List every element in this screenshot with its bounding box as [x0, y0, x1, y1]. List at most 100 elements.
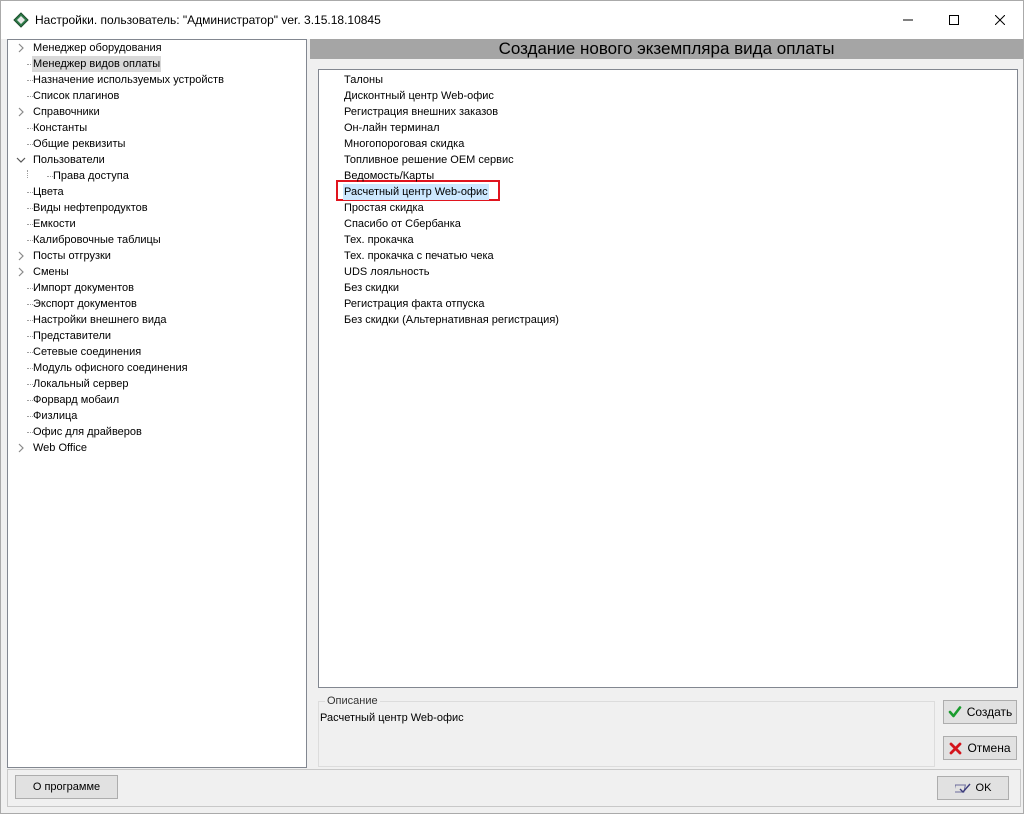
cancel-button[interactable]: Отмена	[943, 736, 1017, 760]
tree-item-label: Емкости	[33, 218, 76, 230]
minimize-icon	[903, 19, 913, 21]
description-text: Расчетный центр Web-офис	[320, 712, 464, 724]
payment-type-item[interactable]: Тех. прокачка	[343, 232, 415, 248]
tree-item-label: Экспорт документов	[33, 298, 137, 310]
tree-item[interactable]: Сетевые соединения	[8, 344, 306, 360]
about-button[interactable]: О программе	[15, 775, 118, 799]
payment-type-item[interactable]: UDS лояльность	[343, 264, 431, 280]
tree-item[interactable]: Общие реквизиты	[8, 136, 306, 152]
tree-item-label: Права доступа	[53, 170, 129, 182]
payment-type-item[interactable]: Регистрация факта отпуска	[343, 296, 485, 312]
tree-item[interactable]: Константы	[8, 120, 306, 136]
payment-type-item[interactable]: Тех. прокачка с печатью чека	[343, 248, 495, 264]
payment-type-panel: Создание нового экземпляра вида оплаты Т…	[310, 39, 1023, 768]
payment-type-item[interactable]: Регистрация внешних заказов	[343, 104, 499, 120]
payment-type-list[interactable]: Талоны Дисконтный центр Web-офис Регистрац…	[318, 69, 1018, 688]
tree-item[interactable]: Смены	[8, 264, 306, 280]
title-bar[interactable]: Настройки. пользователь: "Администратор"…	[1, 1, 1023, 39]
green-checkmark-icon	[948, 705, 962, 719]
tree-item[interactable]: Настройки внешнего вида	[8, 312, 306, 328]
payment-type-item[interactable]: Спасибо от Сбербанка	[343, 216, 462, 232]
tree-item-label: Назначение используемых устройств	[33, 74, 224, 86]
tree-item[interactable]: Локальный сервер	[8, 376, 306, 392]
ok-button[interactable]: OK	[937, 776, 1009, 800]
chevron-right-icon[interactable]	[16, 251, 26, 261]
chevron-right-icon[interactable]	[16, 443, 26, 453]
chevron-right-icon[interactable]	[16, 267, 26, 277]
payment-type-item[interactable]: Ведомость/Карты	[343, 168, 435, 184]
tree-item[interactable]: Емкости	[8, 216, 306, 232]
tree-item-label: Константы	[33, 122, 88, 134]
tree-item-label: Форвард мобаил	[33, 394, 120, 406]
main-area: Менеджер оборудования Менеджер видов опла…	[1, 39, 1023, 769]
ok-button-label: OK	[975, 782, 992, 794]
tree-item[interactable]: Виды нефтепродуктов	[8, 200, 306, 216]
tree-item[interactable]: Физлица	[8, 408, 306, 424]
payment-type-item[interactable]: Без скидки (Альтернативная регистрация)	[343, 312, 560, 328]
maximize-button[interactable]	[931, 1, 977, 39]
tree-item-label: Менеджер видов оплаты	[32, 56, 162, 72]
tree-item[interactable]: Менеджер оборудования	[8, 40, 306, 56]
tree-item[interactable]: Назначение используемых устройств	[8, 72, 306, 88]
checkmark-ok-icon	[954, 782, 971, 794]
payment-type-item[interactable]: Без скидки	[343, 280, 400, 296]
tree-item-label: Посты отгрузки	[33, 250, 111, 262]
tree-item[interactable]: Справочники	[8, 104, 306, 120]
tree-item-label: Офис для драйверов	[33, 426, 142, 438]
maximize-icon	[949, 15, 959, 25]
payment-type-item[interactable]: Многопороговая скидка	[343, 136, 465, 152]
tree-item[interactable]: Модуль офисного соединения	[8, 360, 306, 376]
tree-item[interactable]: Импорт документов	[8, 280, 306, 296]
tree-item[interactable]: Права доступа	[8, 168, 306, 184]
minimize-button[interactable]	[885, 1, 931, 39]
tree-item-label: Web Office	[33, 442, 88, 454]
bottom-bar	[1, 769, 1023, 813]
settings-window: Настройки. пользователь: "Администратор"…	[0, 0, 1024, 814]
tree-item-label: Справочники	[33, 106, 100, 118]
tree-item[interactable]: Посты отгрузки	[8, 248, 306, 264]
tree-item[interactable]: Пользователи	[8, 152, 306, 168]
settings-tree[interactable]: Менеджер оборудования Менеджер видов опла…	[7, 39, 307, 768]
tree-item-label: Локальный сервер	[33, 378, 129, 390]
payment-type-item[interactable]: Расчетный центр Web-офис	[343, 184, 489, 200]
tree-item-label: Цвета	[33, 186, 64, 198]
close-button[interactable]	[977, 1, 1023, 39]
red-cross-icon	[949, 742, 962, 755]
payment-type-item[interactable]: Топливное решение ОЕМ сервис	[343, 152, 515, 168]
create-button-label: Создать	[966, 705, 1013, 719]
tree-item-label: Физлица	[33, 410, 78, 422]
tree-item[interactable]: Представители	[8, 328, 306, 344]
panel-header: Создание нового экземпляра вида оплаты	[310, 39, 1023, 59]
tree-item-label: Представители	[33, 330, 112, 342]
payment-type-item[interactable]: Талоны	[343, 72, 384, 88]
tree-item[interactable]: Экспорт документов	[8, 296, 306, 312]
chevron-right-icon[interactable]	[16, 107, 26, 117]
window-title: Настройки. пользователь: "Администратор"…	[35, 13, 381, 27]
tree-item-label: Список плагинов	[33, 90, 120, 102]
app-logo-icon	[13, 12, 29, 28]
chevron-down-icon[interactable]	[16, 155, 26, 165]
close-icon	[995, 15, 1005, 25]
tree-item[interactable]: Калибровочные таблицы	[8, 232, 306, 248]
tree-item[interactable]: Офис для драйверов	[8, 424, 306, 440]
tree-item-label: Смены	[33, 266, 69, 278]
tree-item-label: Общие реквизиты	[33, 138, 126, 150]
tree-item-label: Калибровочные таблицы	[33, 234, 161, 246]
tree-item-label: Менеджер оборудования	[33, 42, 162, 54]
create-button[interactable]: Создать	[943, 700, 1017, 724]
description-caption: Описание	[325, 695, 380, 707]
payment-type-item[interactable]: Он-лайн терминал	[343, 120, 441, 136]
tree-item-label: Пользователи	[33, 154, 105, 166]
tree-item-label: Настройки внешнего вида	[33, 314, 167, 326]
tree-item-label: Импорт документов	[33, 282, 134, 294]
tree-item[interactable]: Web Office	[8, 440, 306, 456]
payment-type-item[interactable]: Простая скидка	[343, 200, 425, 216]
tree-item[interactable]: Форвард мобаил	[8, 392, 306, 408]
bottom-frame	[7, 769, 1021, 807]
cancel-button-label: Отмена	[967, 741, 1011, 755]
tree-item[interactable]: Цвета	[8, 184, 306, 200]
tree-item[interactable]: Список плагинов	[8, 88, 306, 104]
tree-item[interactable]: Менеджер видов оплаты	[8, 56, 306, 72]
chevron-right-icon[interactable]	[16, 43, 26, 53]
payment-type-item[interactable]: Дисконтный центр Web-офис	[343, 88, 495, 104]
